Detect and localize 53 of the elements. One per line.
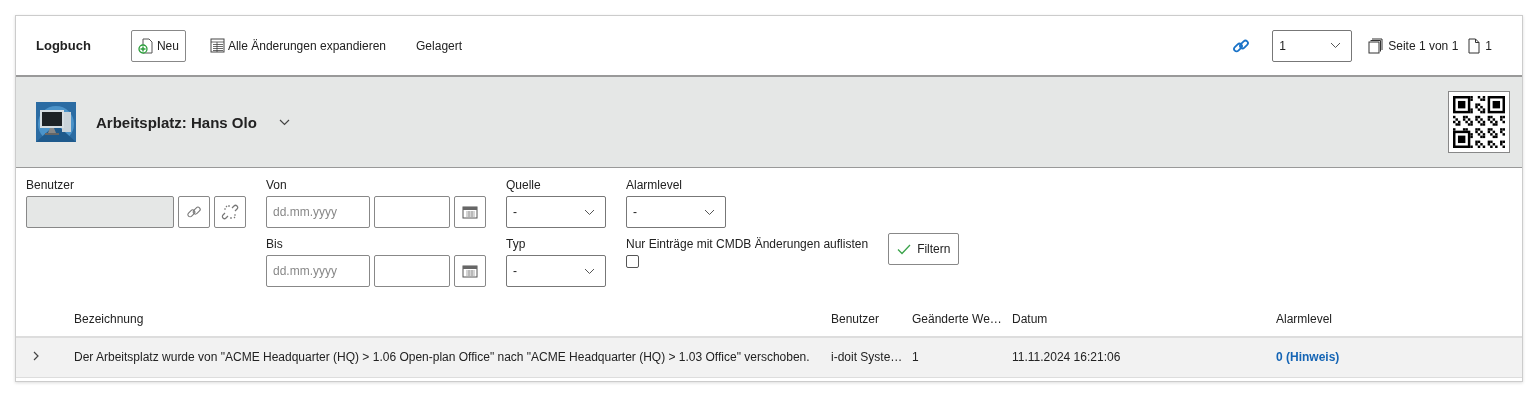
chevron-right-icon[interactable] — [32, 349, 40, 362]
calendar-icon — [462, 264, 478, 278]
link-icon — [186, 204, 202, 220]
checkbox[interactable] — [626, 255, 639, 268]
time-field[interactable] — [374, 196, 450, 228]
object-title: Arbeitsplatz: Hans Olo — [96, 113, 257, 131]
alarm-level-link[interactable]: 0 (Hinweis) — [1276, 350, 1340, 365]
new-button[interactable]: Neu — [130, 29, 186, 62]
calendar-icon — [462, 205, 478, 219]
link-icon[interactable] — [1232, 36, 1251, 55]
chevron-down-icon[interactable] — [278, 118, 290, 126]
date-field[interactable]: dd.mm.yyyy — [266, 255, 370, 287]
table-cell: 1 — [912, 350, 919, 365]
time-field[interactable] — [374, 255, 450, 287]
column-header[interactable]: Benutzer — [831, 312, 880, 326]
chevron-down-icon — [584, 267, 595, 275]
check-icon — [897, 243, 912, 255]
column-header[interactable]: Datum — [1012, 312, 1048, 326]
field-label: Typ — [506, 236, 526, 253]
qr-code — [1448, 91, 1510, 153]
field-label: Alarmlevel — [626, 177, 682, 194]
column-header[interactable]: Bezeichnung — [74, 312, 144, 326]
entry-count: 1 — [1485, 38, 1492, 53]
table-icon — [209, 38, 225, 53]
calendar-button[interactable] — [454, 196, 486, 228]
source-select[interactable]: - — [506, 196, 606, 228]
column-header[interactable]: Geänderte We… — [912, 312, 1002, 326]
field-label: Bis — [266, 236, 283, 253]
table-cell: 11.11.2024 16:21:06 — [1012, 350, 1121, 365]
checkbox-label: Nur Einträge mit CMDB Änderungen auflisten — [626, 236, 869, 253]
chevron-down-icon — [1330, 42, 1342, 49]
page-title: Logbuch — [36, 38, 91, 53]
document-icon — [1468, 37, 1481, 54]
page-indicator: Seite 1 von 1 — [1388, 38, 1459, 53]
pages-icon — [1368, 37, 1384, 54]
type-select[interactable]: - — [506, 255, 606, 287]
unlink-button[interactable] — [214, 196, 246, 228]
field-label: Benutzer — [26, 177, 75, 194]
table-cell: Der Arbeitsplatz wurde von "ACME Headquarter (HQ) > 1.06 Open-plan Office" nach "ACME Headquarter (HQ) > 1.03 Office" verschoben. — [74, 350, 810, 365]
field-label: Quelle — [506, 177, 541, 194]
chevron-down-icon — [704, 208, 715, 216]
table-cell: i-doit Syste… — [831, 350, 903, 365]
broken-link-icon — [221, 203, 239, 221]
filter-button[interactable]: Filtern — [888, 233, 960, 265]
page-select[interactable]: 1 — [1272, 29, 1353, 62]
new-document-icon — [137, 37, 154, 54]
link-button[interactable] — [178, 196, 210, 228]
calendar-button[interactable] — [454, 255, 486, 287]
chevron-down-icon — [584, 208, 595, 216]
alarm-level-select[interactable]: - — [626, 196, 726, 228]
column-header[interactable]: Alarmlevel — [1276, 312, 1332, 326]
field-label: Von — [266, 177, 287, 194]
date-field[interactable]: dd.mm.yyyy — [266, 196, 370, 228]
